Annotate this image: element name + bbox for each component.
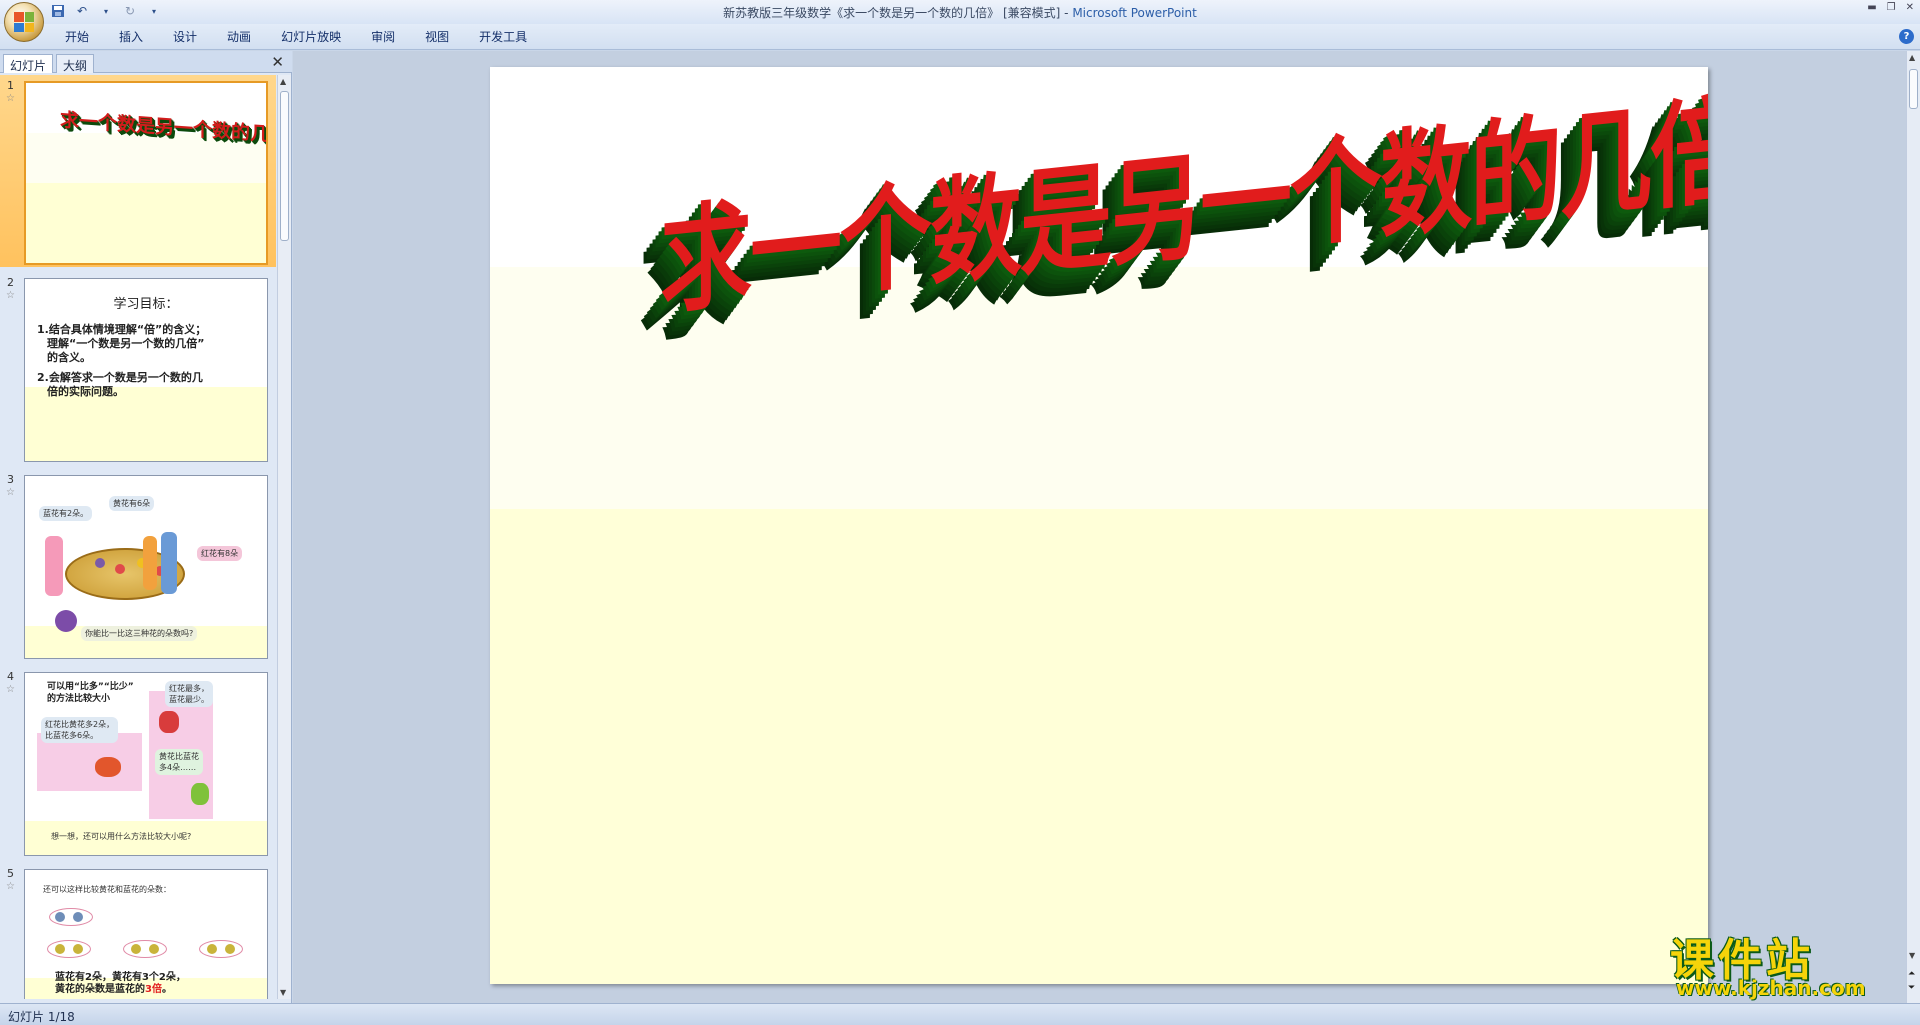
- thumbnail-row-3[interactable]: 3 ☆ 蓝花有2朵。 黄花有6朵 红花有8朵 你能比一比这三种花的朵数吗?: [0, 469, 276, 661]
- transition-star-icon: ☆: [6, 684, 15, 695]
- highlight-text: 3倍: [145, 984, 162, 995]
- speech-bubble: 红花有8朵: [197, 546, 243, 561]
- watermark-logo: 课件站 www.kjzhan.com: [1670, 924, 1910, 1004]
- tab-home[interactable]: 开始: [50, 29, 104, 45]
- comparison-text: 黄花比蓝花: [159, 752, 199, 761]
- scrollbar-thumb[interactable]: [1909, 69, 1918, 109]
- thumbnail-list: 1 ☆ 求一个数是另一个数的几倍 2 ☆ 学习目标： 1.结合具体情境理解“倍”…: [0, 75, 276, 999]
- minimize-icon[interactable]: ▬: [1867, 2, 1876, 13]
- thumbnail-text-row: 黄花的朵数是蓝花的3倍。: [55, 980, 172, 995]
- slide-canvas: 求一个数是另一个数的几倍: [293, 51, 1906, 1003]
- close-icon[interactable]: ✕: [1906, 2, 1914, 13]
- speech-bubble: 黄花有6朵: [109, 496, 155, 511]
- thumbnail-text: 的方法比较大小: [47, 694, 111, 704]
- green-character: [191, 783, 209, 805]
- maximize-icon[interactable]: ❐: [1887, 2, 1896, 13]
- transition-star-icon: ☆: [6, 487, 15, 498]
- comparison-text: 多4朵……: [159, 763, 197, 772]
- thumbnail-slide-2[interactable]: 学习目标： 1.结合具体情境理解“倍”的含义； 理解“一个数是另一个数的几倍” …: [24, 278, 268, 462]
- slide-indicator: 幻灯片 1/18: [8, 1010, 75, 1024]
- objective-line: 2.会解答求一个数是另一个数的几: [37, 371, 203, 384]
- slides-pane: 幻灯片 大纲 ✕ 1 ☆ 求一个数是另一个数的几倍 2 ☆ 学习目标： 1.结合…: [0, 51, 292, 1003]
- thumbnail-text: 可以用“比多”“比少”: [47, 682, 134, 692]
- thumbnail-number: 4: [7, 670, 14, 683]
- tab-slideshow[interactable]: 幻灯片放映: [266, 29, 356, 45]
- tab-animations[interactable]: 动画: [212, 29, 266, 45]
- objective-line: 理解“一个数是另一个数的几倍”: [47, 337, 205, 350]
- thumbnail-slide-3[interactable]: 蓝花有2朵。 黄花有6朵 红花有8朵 你能比一比这三种花的朵数吗?: [24, 475, 268, 659]
- thumbnail-row-5[interactable]: 5 ☆ 还可以这样比较黄花和蓝花的朵数： 蓝花有2朵，黄花有3个2朵， 黄花的朵…: [0, 863, 276, 999]
- objective-line: 的含义。: [47, 351, 91, 364]
- transition-star-icon: ☆: [6, 290, 15, 301]
- girl-illustration: [143, 536, 157, 590]
- speech-bubble: 蓝花有2朵。: [39, 506, 93, 521]
- thumbnail-number: 1: [7, 79, 14, 92]
- thumbnail-text: 。: [161, 984, 172, 995]
- thumbnail-slide-4[interactable]: 可以用“比多”“比少” 的方法比较大小 红花比黄花多2朵， 比蓝花多6朵。 红花…: [24, 672, 268, 856]
- comparison-text: 比蓝花多6朵。: [45, 731, 99, 740]
- scroll-down-icon[interactable]: ▼: [280, 988, 286, 997]
- thumbnail-row-1[interactable]: 1 ☆ 求一个数是另一个数的几倍: [0, 75, 276, 267]
- thumbnail-row-4[interactable]: 4 ☆ 可以用“比多”“比少” 的方法比较大小 红花比黄花多2朵， 比蓝花多6朵…: [0, 666, 276, 858]
- thumbnail-text: 还可以这样比较黄花和蓝花的朵数：: [43, 885, 171, 894]
- thumbnail-footer: 想一想，还可以用什么方法比较大小呢?: [51, 832, 192, 841]
- thumbnail-row-2[interactable]: 2 ☆ 学习目标： 1.结合具体情境理解“倍”的含义； 理解“一个数是另一个数的…: [0, 272, 276, 464]
- thumbnail-heading: 学习目标：: [113, 297, 179, 312]
- thumbnail-number: 2: [7, 276, 14, 289]
- objective-line: 倍的实际问题。: [47, 385, 124, 398]
- tab-review[interactable]: 审阅: [356, 29, 410, 45]
- tab-slides[interactable]: 幻灯片: [3, 54, 54, 73]
- scroll-up-icon[interactable]: ▲: [280, 77, 286, 86]
- thumbnail-text: 黄花的朵数是蓝花的: [55, 984, 145, 995]
- girl-illustration: [45, 536, 63, 596]
- thumbnail-slide-1[interactable]: 求一个数是另一个数的几倍: [24, 81, 268, 265]
- scrollbar-thumb[interactable]: [280, 91, 289, 241]
- tab-design[interactable]: 设计: [158, 29, 212, 45]
- window-controls: ▬ ❐ ✕: [1867, 2, 1914, 13]
- scroll-up-icon[interactable]: ▲: [1909, 53, 1915, 62]
- boy-illustration: [161, 532, 177, 594]
- pane-tabs: 幻灯片 大纲 ✕: [0, 51, 292, 73]
- tab-view[interactable]: 视图: [410, 29, 464, 45]
- tab-outline[interactable]: 大纲: [56, 54, 95, 73]
- app-name: Microsoft PowerPoint: [1072, 6, 1197, 20]
- ribbon-tabs: 开始 插入 设计 动画 幻灯片放映 审阅 视图 开发工具: [50, 29, 542, 45]
- question-bubble: 你能比一比这三种花的朵数吗?: [81, 626, 198, 641]
- window-title: 新苏教版三年级数学《求一个数是另一个数的几倍》 [兼容模式] - Microso…: [0, 4, 1920, 21]
- tab-insert[interactable]: 插入: [104, 29, 158, 45]
- document-title: 新苏教版三年级数学《求一个数是另一个数的几倍》 [兼容模式] -: [723, 6, 1073, 20]
- office-button[interactable]: [4, 2, 44, 42]
- comparison-text: 红花最多，: [169, 684, 209, 693]
- comparison-text: 红花比黄花多2朵，: [45, 720, 115, 729]
- comparison-text: 蓝花最少。: [169, 695, 209, 704]
- title-bar: ↶ ▾ ↻ ▾ 新苏教版三年级数学《求一个数是另一个数的几倍》 [兼容模式] -…: [0, 0, 1920, 42]
- thumbnail-slide-5[interactable]: 还可以这样比较黄花和蓝花的朵数： 蓝花有2朵，黄花有3个2朵， 黄花的朵数是蓝花…: [24, 869, 268, 999]
- thumbnail-scrollbar[interactable]: ▲ ▼: [277, 75, 291, 999]
- red-flower-character: [159, 711, 179, 733]
- tomato-character: [95, 757, 121, 777]
- watermark-url: www.kjzhan.com: [1676, 976, 1866, 1000]
- eggplant-character: [55, 610, 77, 632]
- slide-scrollbar[interactable]: ▲ ▼ ⏶ ⏷: [1906, 51, 1920, 1003]
- transition-star-icon: ☆: [6, 881, 15, 892]
- help-icon[interactable]: ?: [1899, 29, 1914, 44]
- thumbnail-number: 5: [7, 867, 14, 880]
- status-bar: 幻灯片 1/18: [0, 1003, 1920, 1025]
- office-logo-icon: [14, 12, 34, 32]
- tab-developer[interactable]: 开发工具: [464, 29, 542, 45]
- transition-star-icon: ☆: [6, 93, 15, 104]
- close-pane-icon[interactable]: ✕: [271, 53, 284, 71]
- current-slide[interactable]: 求一个数是另一个数的几倍: [490, 67, 1708, 984]
- thumbnail-number: 3: [7, 473, 14, 486]
- ribbon: 开始 插入 设计 动画 幻灯片放映 审阅 视图 开发工具 ?: [0, 24, 1920, 50]
- objective-line: 1.结合具体情境理解“倍”的含义；: [37, 323, 207, 336]
